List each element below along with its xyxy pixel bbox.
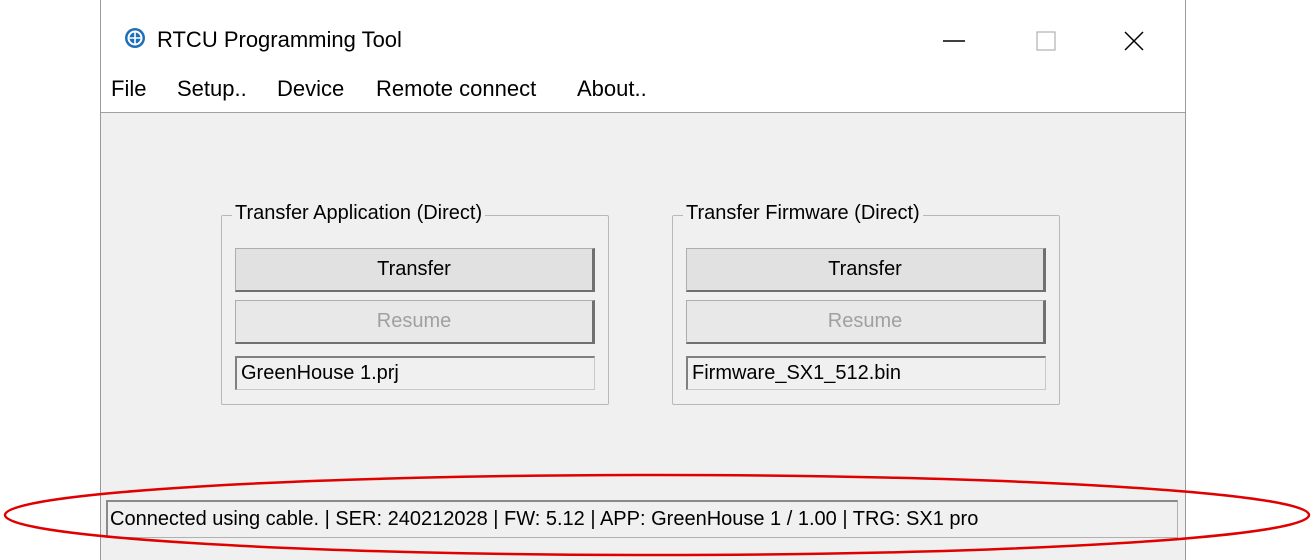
application-file-field: GreenHouse 1.prj bbox=[235, 356, 595, 390]
resume-firmware-button[interactable]: Resume bbox=[686, 300, 1046, 344]
main-window: RTCU Programming Tool File Setup.. Devic… bbox=[100, 0, 1186, 560]
transfer-application-group-label: Transfer Application (Direct) bbox=[232, 202, 486, 225]
window-title: RTCU Programming Tool bbox=[157, 27, 402, 52]
menu-bar: File Setup.. Device Remote connect About… bbox=[101, 72, 1185, 113]
menu-file[interactable]: File bbox=[111, 76, 146, 102]
menu-device[interactable]: Device bbox=[277, 76, 344, 102]
firmware-file-field: Firmware_SX1_512.bin bbox=[686, 356, 1046, 390]
rtcu-globe-icon bbox=[125, 28, 145, 48]
transfer-application-button[interactable]: Transfer bbox=[235, 248, 595, 292]
close-icon[interactable] bbox=[1111, 18, 1157, 64]
resume-application-button[interactable]: Resume bbox=[235, 300, 595, 344]
transfer-application-group: Transfer Application (Direct) Transfer R… bbox=[221, 202, 609, 405]
status-bar: Connected using cable. | SER: 240212028 … bbox=[106, 500, 1178, 538]
menu-about[interactable]: About.. bbox=[577, 76, 647, 102]
title-bar[interactable]: RTCU Programming Tool bbox=[101, 0, 1185, 72]
transfer-firmware-button[interactable]: Transfer bbox=[686, 248, 1046, 292]
menu-remote-connect[interactable]: Remote connect bbox=[376, 76, 536, 102]
menu-setup[interactable]: Setup.. bbox=[177, 76, 247, 102]
transfer-firmware-group: Transfer Firmware (Direct) Transfer Resu… bbox=[672, 202, 1060, 405]
transfer-firmware-group-label: Transfer Firmware (Direct) bbox=[683, 202, 923, 225]
maximize-icon[interactable] bbox=[1023, 18, 1069, 64]
minimize-icon[interactable] bbox=[931, 18, 977, 64]
